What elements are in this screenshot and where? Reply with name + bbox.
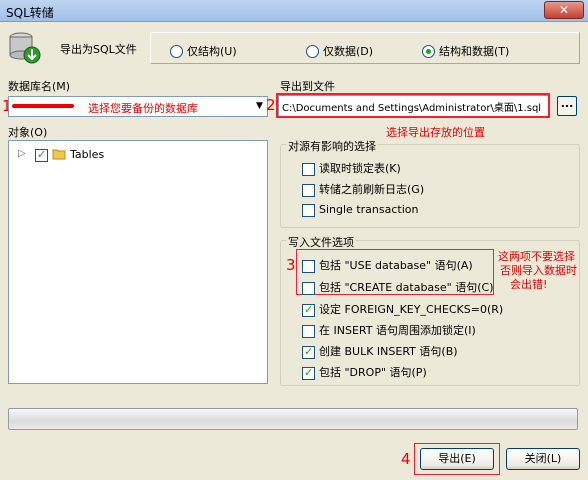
option-lock-tables[interactable]: 读取时锁定表(K): [302, 160, 401, 176]
annotation-box-2: [276, 93, 550, 118]
file-options-title: 写入文件选项: [286, 234, 356, 250]
option-create-database[interactable]: 包括 "CREATE database" 语句(C): [302, 279, 494, 295]
export-sql-header: 导出为SQL文件: [60, 43, 137, 56]
radio-data-only[interactable]: 仅数据(D): [306, 43, 373, 59]
option-foreign-key-checks[interactable]: 设定 FOREIGN_KEY_CHECKS=0(R): [302, 301, 503, 317]
browse-button[interactable]: ...: [557, 96, 577, 116]
redaction-scribble: [12, 104, 74, 108]
folder-icon: [52, 149, 66, 160]
export-button[interactable]: 导出(E): [420, 448, 494, 470]
database-export-icon: [9, 32, 41, 64]
tree-item-tables[interactable]: Tables: [70, 148, 104, 161]
file-options-warning: 这两项不要选择 否则导入数据时 会出错!: [498, 250, 577, 291]
objects-label: 对象(O): [8, 126, 48, 139]
database-label: 数据库名(M): [8, 80, 71, 93]
database-hint: 选择您要备份的数据库: [88, 102, 198, 115]
checkbox[interactable]: [302, 162, 315, 176]
radio-circle[interactable]: [170, 44, 183, 58]
option-bulk-insert[interactable]: 创建 BULK INSERT 语句(B): [302, 343, 458, 359]
checkbox[interactable]: [302, 366, 315, 380]
objects-tree[interactable]: [8, 140, 268, 384]
window-title: SQL转储: [6, 6, 54, 20]
radio-structure-only[interactable]: 仅结构(U): [170, 43, 237, 59]
checkbox[interactable]: [302, 345, 315, 359]
window-close-button[interactable]: ✕: [544, 1, 584, 19]
tables-checkbox[interactable]: [35, 148, 48, 162]
progress-bar: [8, 408, 578, 430]
close-button[interactable]: 关闭(L): [506, 448, 580, 470]
checkbox[interactable]: [302, 303, 315, 317]
title-bar: [0, 0, 588, 22]
option-use-database[interactable]: 包括 "USE database" 语句(A): [302, 257, 473, 273]
option-flush-logs[interactable]: 转储之前刷新日志(G): [302, 181, 424, 197]
export-file-hint: 选择导出存放的位置: [386, 126, 485, 139]
option-drop-statements[interactable]: 包括 "DROP" 语句(P): [302, 364, 427, 380]
annotation-number-2: 2: [266, 96, 276, 114]
checkbox[interactable]: [302, 324, 315, 338]
checkbox[interactable]: [302, 203, 315, 217]
source-options-title: 对源有影响的选择: [286, 138, 378, 154]
radio-circle[interactable]: [306, 44, 319, 58]
annotation-number-3: 3: [286, 256, 296, 274]
option-single-transaction[interactable]: Single transaction: [302, 203, 418, 217]
export-file-label: 导出到文件: [280, 80, 335, 93]
tree-expander-icon[interactable]: ▷: [18, 148, 26, 159]
checkbox[interactable]: [302, 281, 315, 295]
radio-structure-and-data[interactable]: 结构和数据(T): [422, 43, 509, 59]
annotation-number-4: 4: [401, 450, 411, 468]
radio-circle[interactable]: [422, 44, 435, 58]
chevron-down-icon[interactable]: ▼: [252, 97, 267, 116]
option-insert-lock[interactable]: 在 INSERT 语句周围添加锁定(I): [302, 322, 476, 338]
checkbox[interactable]: [302, 183, 315, 197]
checkbox[interactable]: [302, 259, 315, 273]
